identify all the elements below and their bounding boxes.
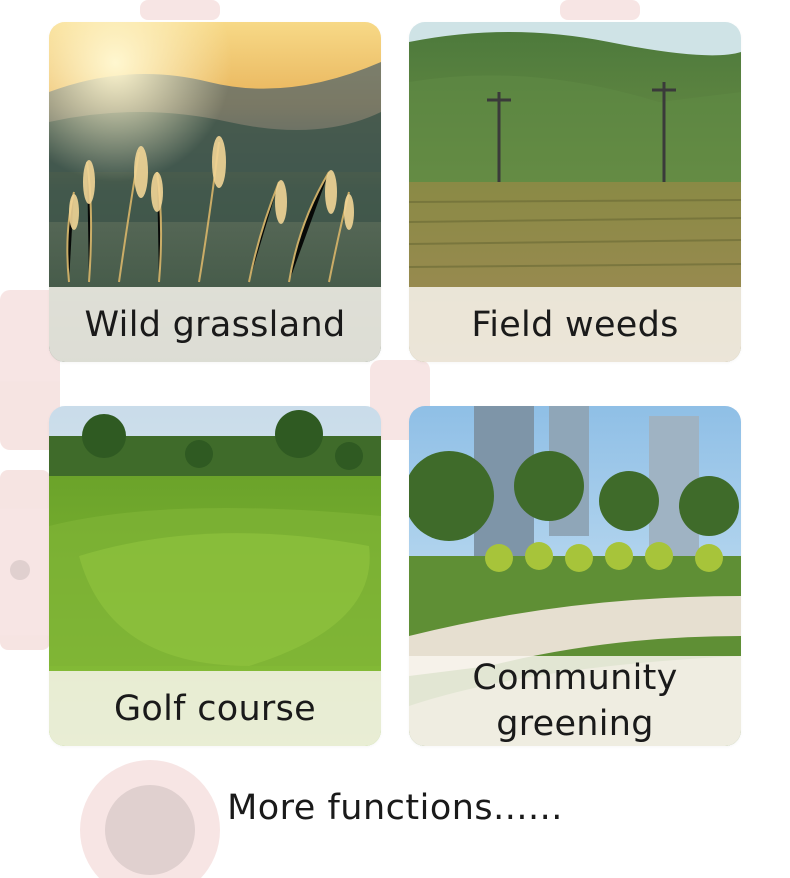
card-label: Wild grassland [84, 304, 346, 345]
card-field-weeds: Field weeds [409, 22, 741, 362]
card-label-band: Field weeds [409, 287, 741, 362]
card-wild-grassland: Wild grassland [49, 22, 381, 362]
card-label-band: Community greening [409, 656, 741, 746]
more-functions-text: More functions...... [227, 788, 563, 828]
card-label: Golf course [113, 688, 316, 729]
card-label-band: Wild grassland [49, 287, 381, 362]
card-label-line-1: Community [472, 658, 678, 698]
card-label-line-2: greening [496, 704, 654, 744]
card-golf-course: Golf course [49, 406, 381, 746]
card-community-greening: Community greening [409, 406, 741, 746]
card-label-band: Golf course [49, 671, 381, 746]
card-label: Field weeds [471, 304, 679, 345]
